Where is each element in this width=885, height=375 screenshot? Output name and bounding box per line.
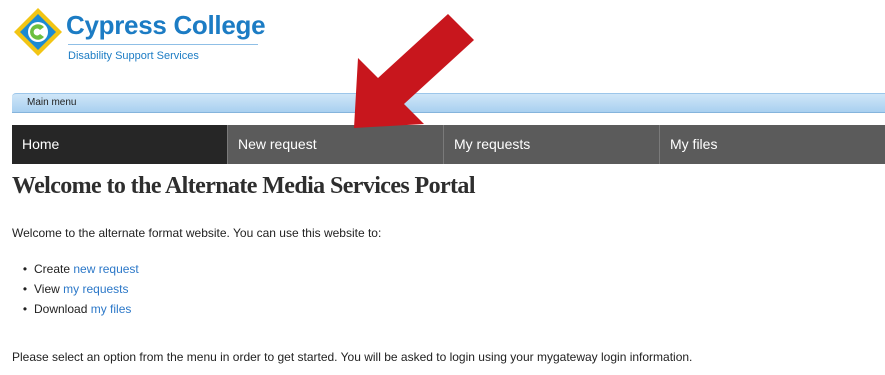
option-verb: Create <box>34 262 71 276</box>
cypress-college-logo-icon <box>14 8 62 56</box>
intro-text: Welcome to the alternate format website.… <box>12 226 382 240</box>
logo-title: Cypress College <box>66 10 266 40</box>
instructions-text: Please select an option from the menu in… <box>12 350 693 364</box>
bullet-icon: • <box>22 262 28 276</box>
nav-item-my-files[interactable]: My files <box>660 125 885 164</box>
my-requests-link[interactable]: my requests <box>63 282 128 296</box>
nav-item-home[interactable]: Home <box>12 125 228 164</box>
page-title: Welcome to the Alternate Media Services … <box>12 173 476 199</box>
list-item: • Create new request <box>16 259 139 279</box>
nav-item-my-requests[interactable]: My requests <box>444 125 660 164</box>
nav-item-new-request[interactable]: New request <box>228 125 444 164</box>
new-request-link[interactable]: new request <box>73 262 138 276</box>
red-arrow-icon <box>354 14 474 128</box>
list-item: • Download my files <box>16 299 139 319</box>
logo-subtitle: Disability Support Services <box>68 50 199 62</box>
main-menu-label: Main menu <box>27 97 77 108</box>
option-verb: Download <box>34 302 88 316</box>
list-item: • View my requests <box>16 279 139 299</box>
main-nav: Home New request My requests My files <box>12 125 885 164</box>
my-files-link[interactable]: my files <box>91 302 132 316</box>
bullet-icon: • <box>22 302 28 316</box>
site-logo[interactable]: Cypress College Disability Support Servi… <box>12 6 272 70</box>
bullet-icon: • <box>22 282 28 296</box>
logo-divider <box>68 44 258 45</box>
main-menu-bar: Main menu <box>12 93 885 113</box>
options-list: • Create new request • View my requests • D… <box>16 259 139 319</box>
option-verb: View <box>34 282 60 296</box>
